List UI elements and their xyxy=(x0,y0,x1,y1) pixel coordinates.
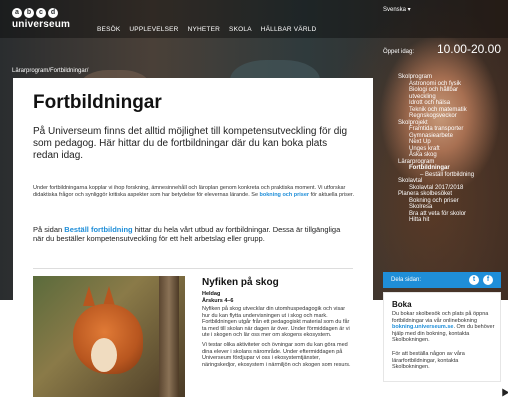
logo-wordmark: universeum xyxy=(12,19,71,30)
share-bar: Dela sidan: t f xyxy=(383,272,501,288)
squirrel-belly xyxy=(91,338,117,372)
divider xyxy=(33,268,353,269)
info-text-end: för aktuella priser. xyxy=(309,192,354,198)
lead-paragraph: På Universeum finns det alltid möjlighet… xyxy=(33,126,348,161)
opening-hours: Öppet idag: 10.00-20.00 xyxy=(383,42,501,56)
booking-text: Du bokar skolbesök och plats på öppna fo… xyxy=(392,311,496,344)
breadcrumb[interactable]: Lärarprogram/Fortbildningar/ xyxy=(12,68,88,74)
nav-item-hallbar-varld[interactable]: HÄLLBAR VÄRLD xyxy=(261,26,317,33)
nav-item-nyheter[interactable]: NYHETER xyxy=(188,26,220,33)
course-description-2: Vi testar olika aktiviteter och övningar… xyxy=(202,342,351,368)
twitter-icon[interactable]: t xyxy=(469,275,479,285)
mouse-cursor-icon xyxy=(498,386,508,397)
order-training-link[interactable]: Beställ fortbildning xyxy=(64,225,132,234)
tree-trunk xyxy=(159,276,179,397)
logo-icon: d xyxy=(48,8,58,18)
order-text: På sidan xyxy=(33,225,65,234)
logo-icon: a xyxy=(12,8,22,18)
order-paragraph: På sidan Beställ fortbildning hittar du … xyxy=(33,225,353,243)
side-menu: Skolprogram Astronomi och fysik Biologi oc… xyxy=(398,74,506,224)
main-nav: BESÖK UPPLEVELSER NYHETER SKOLA HÄLLBAR … xyxy=(97,26,316,33)
nav-item-besok[interactable]: BESÖK xyxy=(97,26,120,33)
info-paragraph: Under fortbildningarna kopplar vi ihop f… xyxy=(33,185,358,199)
logo-icon: c xyxy=(36,8,46,18)
opening-hours-value: 10.00-20.00 xyxy=(436,42,501,56)
course-title[interactable]: Nyfiken på skog xyxy=(202,277,279,288)
course-grade: Årskurs 4–6 xyxy=(202,297,234,304)
course-description: Nyfiken på skog utvecklar din utomhusped… xyxy=(202,306,350,338)
course-image-squirrel[interactable] xyxy=(33,276,185,397)
page-title: Fortbildningar xyxy=(33,92,162,113)
opening-hours-label: Öppet idag: xyxy=(383,49,415,55)
booking-box: Boka Du bokar skolbesök och plats på öpp… xyxy=(383,292,501,382)
language-selector[interactable]: Svenska ▾ xyxy=(383,6,411,13)
nav-item-upplevelser[interactable]: UPPLEVELSER xyxy=(129,26,178,33)
facebook-icon[interactable]: f xyxy=(483,275,493,285)
booking-link[interactable]: bokning.universeum.se xyxy=(392,324,453,330)
share-label: Dela sidan: xyxy=(391,277,422,283)
logo-icon: b xyxy=(24,8,34,18)
side-menu-item[interactable]: Hitta hit xyxy=(398,217,506,224)
course-meta: Heldag Årskurs 4–6 xyxy=(202,291,234,304)
logo-icons: a b c d xyxy=(12,8,70,18)
squirrel-ears xyxy=(83,286,115,306)
pricing-link[interactable]: bokning och priser xyxy=(260,192,310,198)
booking-title: Boka xyxy=(392,300,412,309)
nav-item-skola[interactable]: SKOLA xyxy=(229,26,252,33)
booking-text-2: För att beställa någon av våra lärarfort… xyxy=(392,351,465,370)
logo[interactable]: a b c d universeum xyxy=(12,8,70,30)
booking-text-start: Du bokar skolbesök och plats på öppna fo… xyxy=(392,311,489,324)
main-content: Fortbildningar På Universeum finns det a… xyxy=(13,78,373,397)
